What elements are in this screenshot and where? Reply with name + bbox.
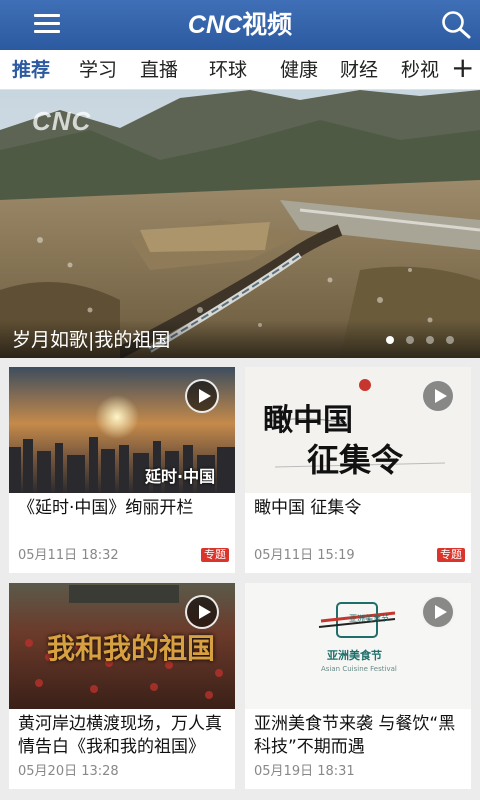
publish-time: 05月19日 18:31 [254, 764, 355, 779]
carousel-dot[interactable] [446, 336, 454, 344]
thumbnail-seal-text: 亚洲美食节 [349, 614, 389, 623]
play-icon[interactable] [185, 595, 219, 629]
tab-health[interactable]: 健康 [280, 56, 318, 84]
video-title: 黄河岸边横渡现场，万人真情告白《我和我的祖国》 [18, 714, 222, 757]
tab-finance[interactable]: 财经 [340, 56, 378, 84]
thumbnail-title-line-1: 瞰中国 [263, 403, 353, 438]
search-icon[interactable] [440, 10, 472, 40]
play-icon[interactable] [421, 379, 455, 413]
video-card[interactable]: 亚洲美食节 亚洲美食节 Asian Cuisine Festival 亚洲美食节… [245, 583, 471, 789]
publish-time: 05月11日 18:32 [18, 548, 119, 563]
play-icon[interactable] [421, 595, 455, 629]
carousel-dot[interactable] [386, 336, 394, 344]
publish-time: 05月11日 15:19 [254, 548, 355, 563]
thumbnail-title-text: 亚洲美食节 [327, 649, 382, 662]
video-title: 《延时·中国》绚丽开栏 [18, 498, 194, 518]
video-card[interactable]: 瞰中国 征集令 瞰中国 征集令 05月11日 15:19 专题 [245, 367, 471, 573]
thumbnail-subtitle-text: Asian Cuisine Festival [321, 665, 397, 673]
thumbnail-title-text: 我和我的祖国 [47, 632, 216, 665]
tab-global[interactable]: 环球 [209, 56, 247, 84]
thumbnail-title-line-2: 征集令 [307, 441, 404, 479]
video-title: 瞰中国 征集令 [254, 498, 362, 518]
tab-live[interactable]: 直播 [140, 56, 178, 84]
thumbnail-title-text: 延时·中国 [145, 467, 216, 486]
carousel-dot[interactable] [406, 336, 414, 344]
banner-watermark: CNC [32, 106, 92, 136]
topic-badge: 专题 [201, 548, 229, 562]
video-title: 亚洲美食节来袭 与餐饮“黑科技”不期而遇 [254, 714, 456, 757]
logo-latin: CNC [187, 11, 243, 39]
tab-study[interactable]: 学习 [79, 56, 117, 84]
category-tab-bar: 推荐 学习 直播 环球 健康 财经 秒视 + [0, 50, 480, 90]
carousel-dot[interactable] [426, 336, 434, 344]
tab-recommend[interactable]: 推荐 [12, 56, 50, 84]
video-card[interactable]: 延时·中国 《延时·中国》绚丽开栏 05月11日 18:32 专题 [9, 367, 235, 573]
video-card[interactable]: 我和我的祖国 黄河岸边横渡现场，万人真情告白《我和我的祖国》 05月20日 13… [9, 583, 235, 789]
banner-caption: 岁月如歌|我的祖国 [12, 329, 171, 351]
tab-seconds-video[interactable]: 秒视 [401, 56, 439, 84]
app-logo: CNC视频 [0, 10, 480, 40]
top-app-bar: CNC视频 [0, 0, 480, 50]
add-tab-button[interactable]: + [451, 52, 474, 84]
topic-badge: 专题 [437, 548, 465, 562]
play-icon[interactable] [185, 379, 219, 413]
hero-banner[interactable]: CNC 岁月如歌|我的祖国 [0, 90, 480, 358]
logo-chinese: 视频 [242, 10, 293, 39]
publish-time: 05月20日 13:28 [18, 764, 119, 779]
